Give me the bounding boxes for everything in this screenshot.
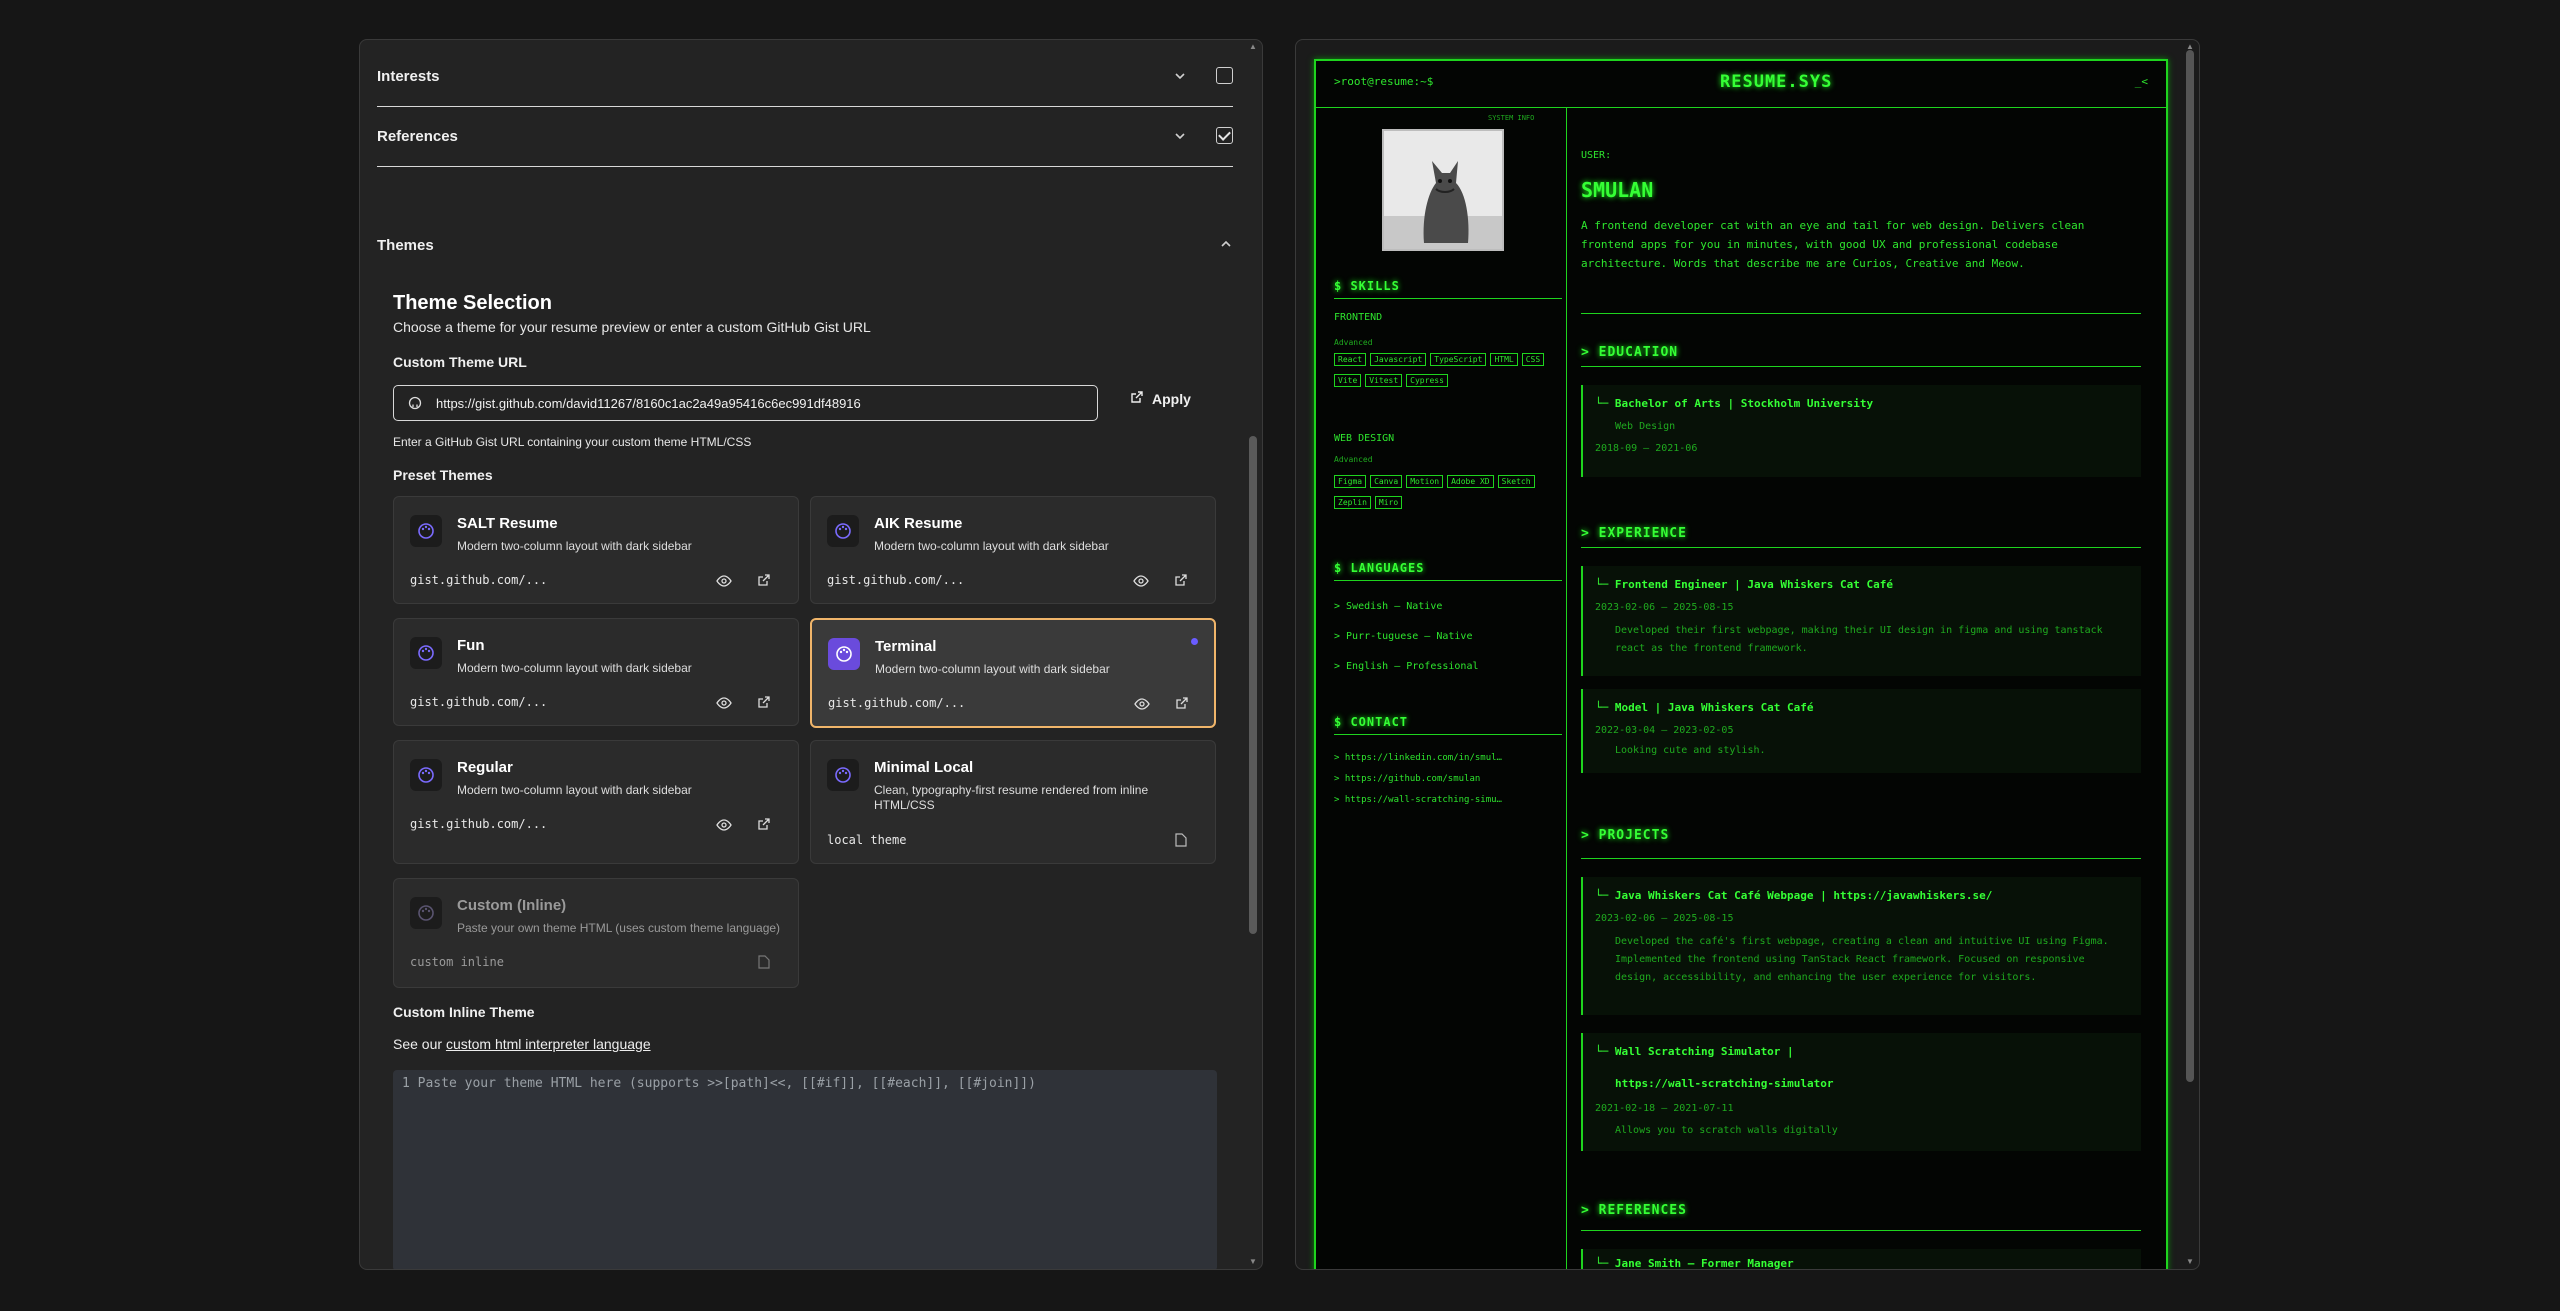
web-design-tags: Figma Canva Motion Adobe XD SketchZeplin Miro — [1334, 471, 1554, 513]
skill-group-frontend: FRONTEND — [1334, 312, 1383, 323]
education-entry: └─ Bachelor of Arts | Stockholm Universi… — [1581, 385, 2141, 477]
theme-editor-panel: Interests References Themes Theme Select… — [359, 39, 1263, 1270]
skill-group-web-design: WEB DESIGN — [1334, 433, 1395, 444]
scroll-up-icon[interactable]: ▲ — [1249, 43, 1257, 51]
external-link-icon[interactable] — [1173, 573, 1189, 589]
project-entry: └─ Java Whiskers Cat Café Webpage | http… — [1581, 877, 2141, 1015]
eye-icon[interactable] — [716, 573, 732, 589]
interests-checkbox[interactable] — [1216, 67, 1233, 84]
scroll-thumb[interactable] — [1249, 436, 1257, 934]
interpreter-link-line: See our custom html interpreter language — [393, 1036, 651, 1052]
eye-icon[interactable] — [1134, 696, 1150, 712]
palette-icon — [827, 759, 859, 791]
palette-icon — [410, 897, 442, 929]
custom-theme-url-input[interactable]: https://gist.github.com/david11267/8160c… — [393, 385, 1098, 421]
references-checkbox[interactable] — [1216, 127, 1233, 144]
section-references[interactable]: References — [377, 107, 1233, 167]
external-link-icon[interactable] — [756, 695, 772, 711]
theme-card-aik[interactable]: AIK Resume Modern two-column layout with… — [810, 496, 1216, 604]
theme-card-terminal[interactable]: Terminal Modern two-column layout with d… — [810, 618, 1216, 728]
section-interests[interactable]: Interests — [377, 47, 1233, 107]
terminal-cursor: _< — [2134, 75, 2148, 88]
references-heading: > REFERENCES — [1581, 1203, 1687, 1218]
chevron-down-icon[interactable] — [1173, 129, 1187, 143]
eye-icon[interactable] — [1133, 573, 1149, 589]
contact-heading: $ CONTACT — [1334, 715, 1409, 729]
custom-theme-html-editor[interactable]: 1 Paste your theme HTML here (supports >… — [393, 1070, 1217, 1269]
resume-preview-panel: >root@resume:~$ RESUME.SYS _< SYSTEM INF… — [1295, 39, 2200, 1270]
projects-heading: > PROJECTS — [1581, 828, 1670, 843]
external-link-icon[interactable] — [1174, 696, 1190, 712]
theme-card-custom-inline[interactable]: Custom (Inline) Paste your own theme HTM… — [393, 878, 799, 988]
editor-scrollbar[interactable]: ▲ ▼ — [1248, 40, 1260, 1269]
palette-icon — [828, 638, 860, 670]
github-icon — [408, 396, 422, 410]
project-entry: └─ Wall Scratching Simulator | https://w… — [1581, 1033, 2141, 1151]
custom-url-label: Custom Theme URL — [393, 354, 527, 370]
preview-scrollbar[interactable]: ▲ ▼ — [2185, 40, 2197, 1269]
experience-entry: └─ Model | Java Whiskers Cat Café 2022-0… — [1581, 689, 2141, 773]
chevron-down-icon[interactable] — [1173, 69, 1187, 83]
scroll-down-icon[interactable]: ▼ — [2186, 1258, 2194, 1266]
palette-icon — [827, 515, 859, 547]
user-label: USER: — [1581, 150, 1612, 161]
languages-heading: $ LANGUAGES — [1334, 561, 1425, 575]
theme-card-regular[interactable]: Regular Modern two-column layout with da… — [393, 740, 799, 864]
chevron-up-icon[interactable] — [1219, 237, 1233, 251]
contact-website[interactable]: > https://wall-scratching-simu… — [1334, 795, 1502, 805]
file-icon[interactable] — [756, 955, 772, 971]
theme-card-minimal-local[interactable]: Minimal Local Clean, typography-first re… — [810, 740, 1216, 864]
section-themes[interactable]: Themes — [377, 215, 1233, 275]
interpreter-language-link[interactable]: custom html interpreter language — [446, 1036, 651, 1052]
profile-photo — [1382, 129, 1504, 251]
external-link-icon[interactable] — [756, 573, 772, 589]
theme-selection-title: Theme Selection — [393, 292, 552, 314]
skills-heading: $ SKILLS — [1334, 279, 1400, 293]
reference-entry: └─ Jane Smith — Former Manager — [1581, 1249, 2141, 1269]
preset-themes-label: Preset Themes — [393, 467, 493, 483]
contact-github[interactable]: > https://github.com/smulan — [1334, 774, 1480, 784]
terminal-prompt: >root@resume:~$ — [1334, 75, 1434, 88]
external-link-icon — [1130, 390, 1144, 407]
experience-entry: └─ Frontend Engineer | Java Whiskers Cat… — [1581, 566, 2141, 676]
user-summary: A frontend developer cat with an eye and… — [1581, 219, 2085, 270]
palette-icon — [410, 515, 442, 547]
theme-selection-subtitle: Choose a theme for your resume preview o… — [393, 319, 871, 335]
contact-linkedin[interactable]: > https://linkedin.com/in/smul… — [1334, 753, 1502, 763]
apply-button[interactable]: Apply — [1130, 390, 1191, 407]
system-info-label: SYSTEM INFO — [1488, 114, 1535, 122]
custom-inline-title: Custom Inline Theme — [393, 1004, 535, 1020]
file-icon[interactable] — [1173, 833, 1189, 849]
external-link-icon[interactable] — [756, 817, 772, 833]
experience-heading: > EXPERIENCE — [1581, 526, 1687, 541]
resume-title: RESUME.SYS — [1720, 72, 1833, 92]
palette-icon — [410, 759, 442, 791]
selected-indicator — [1191, 638, 1198, 645]
terminal-resume: >root@resume:~$ RESUME.SYS _< SYSTEM INF… — [1314, 59, 2168, 1269]
theme-card-fun[interactable]: Fun Modern two-column layout with dark s… — [393, 618, 799, 726]
education-heading: > EDUCATION — [1581, 345, 1679, 360]
palette-icon — [410, 637, 442, 669]
url-hint: Enter a GitHub Gist URL containing your … — [393, 435, 752, 449]
frontend-tags: React Javascript TypeScript HTML CSSVite Vite… — [1334, 349, 1554, 391]
user-name: SMULAN — [1581, 178, 1654, 202]
theme-card-salt[interactable]: SALT Resume Modern two-column layout wit… — [393, 496, 799, 604]
eye-icon[interactable] — [716, 817, 732, 833]
eye-icon[interactable] — [716, 695, 732, 711]
scroll-down-icon[interactable]: ▼ — [1249, 1258, 1257, 1266]
scroll-thumb[interactable] — [2186, 50, 2194, 1082]
